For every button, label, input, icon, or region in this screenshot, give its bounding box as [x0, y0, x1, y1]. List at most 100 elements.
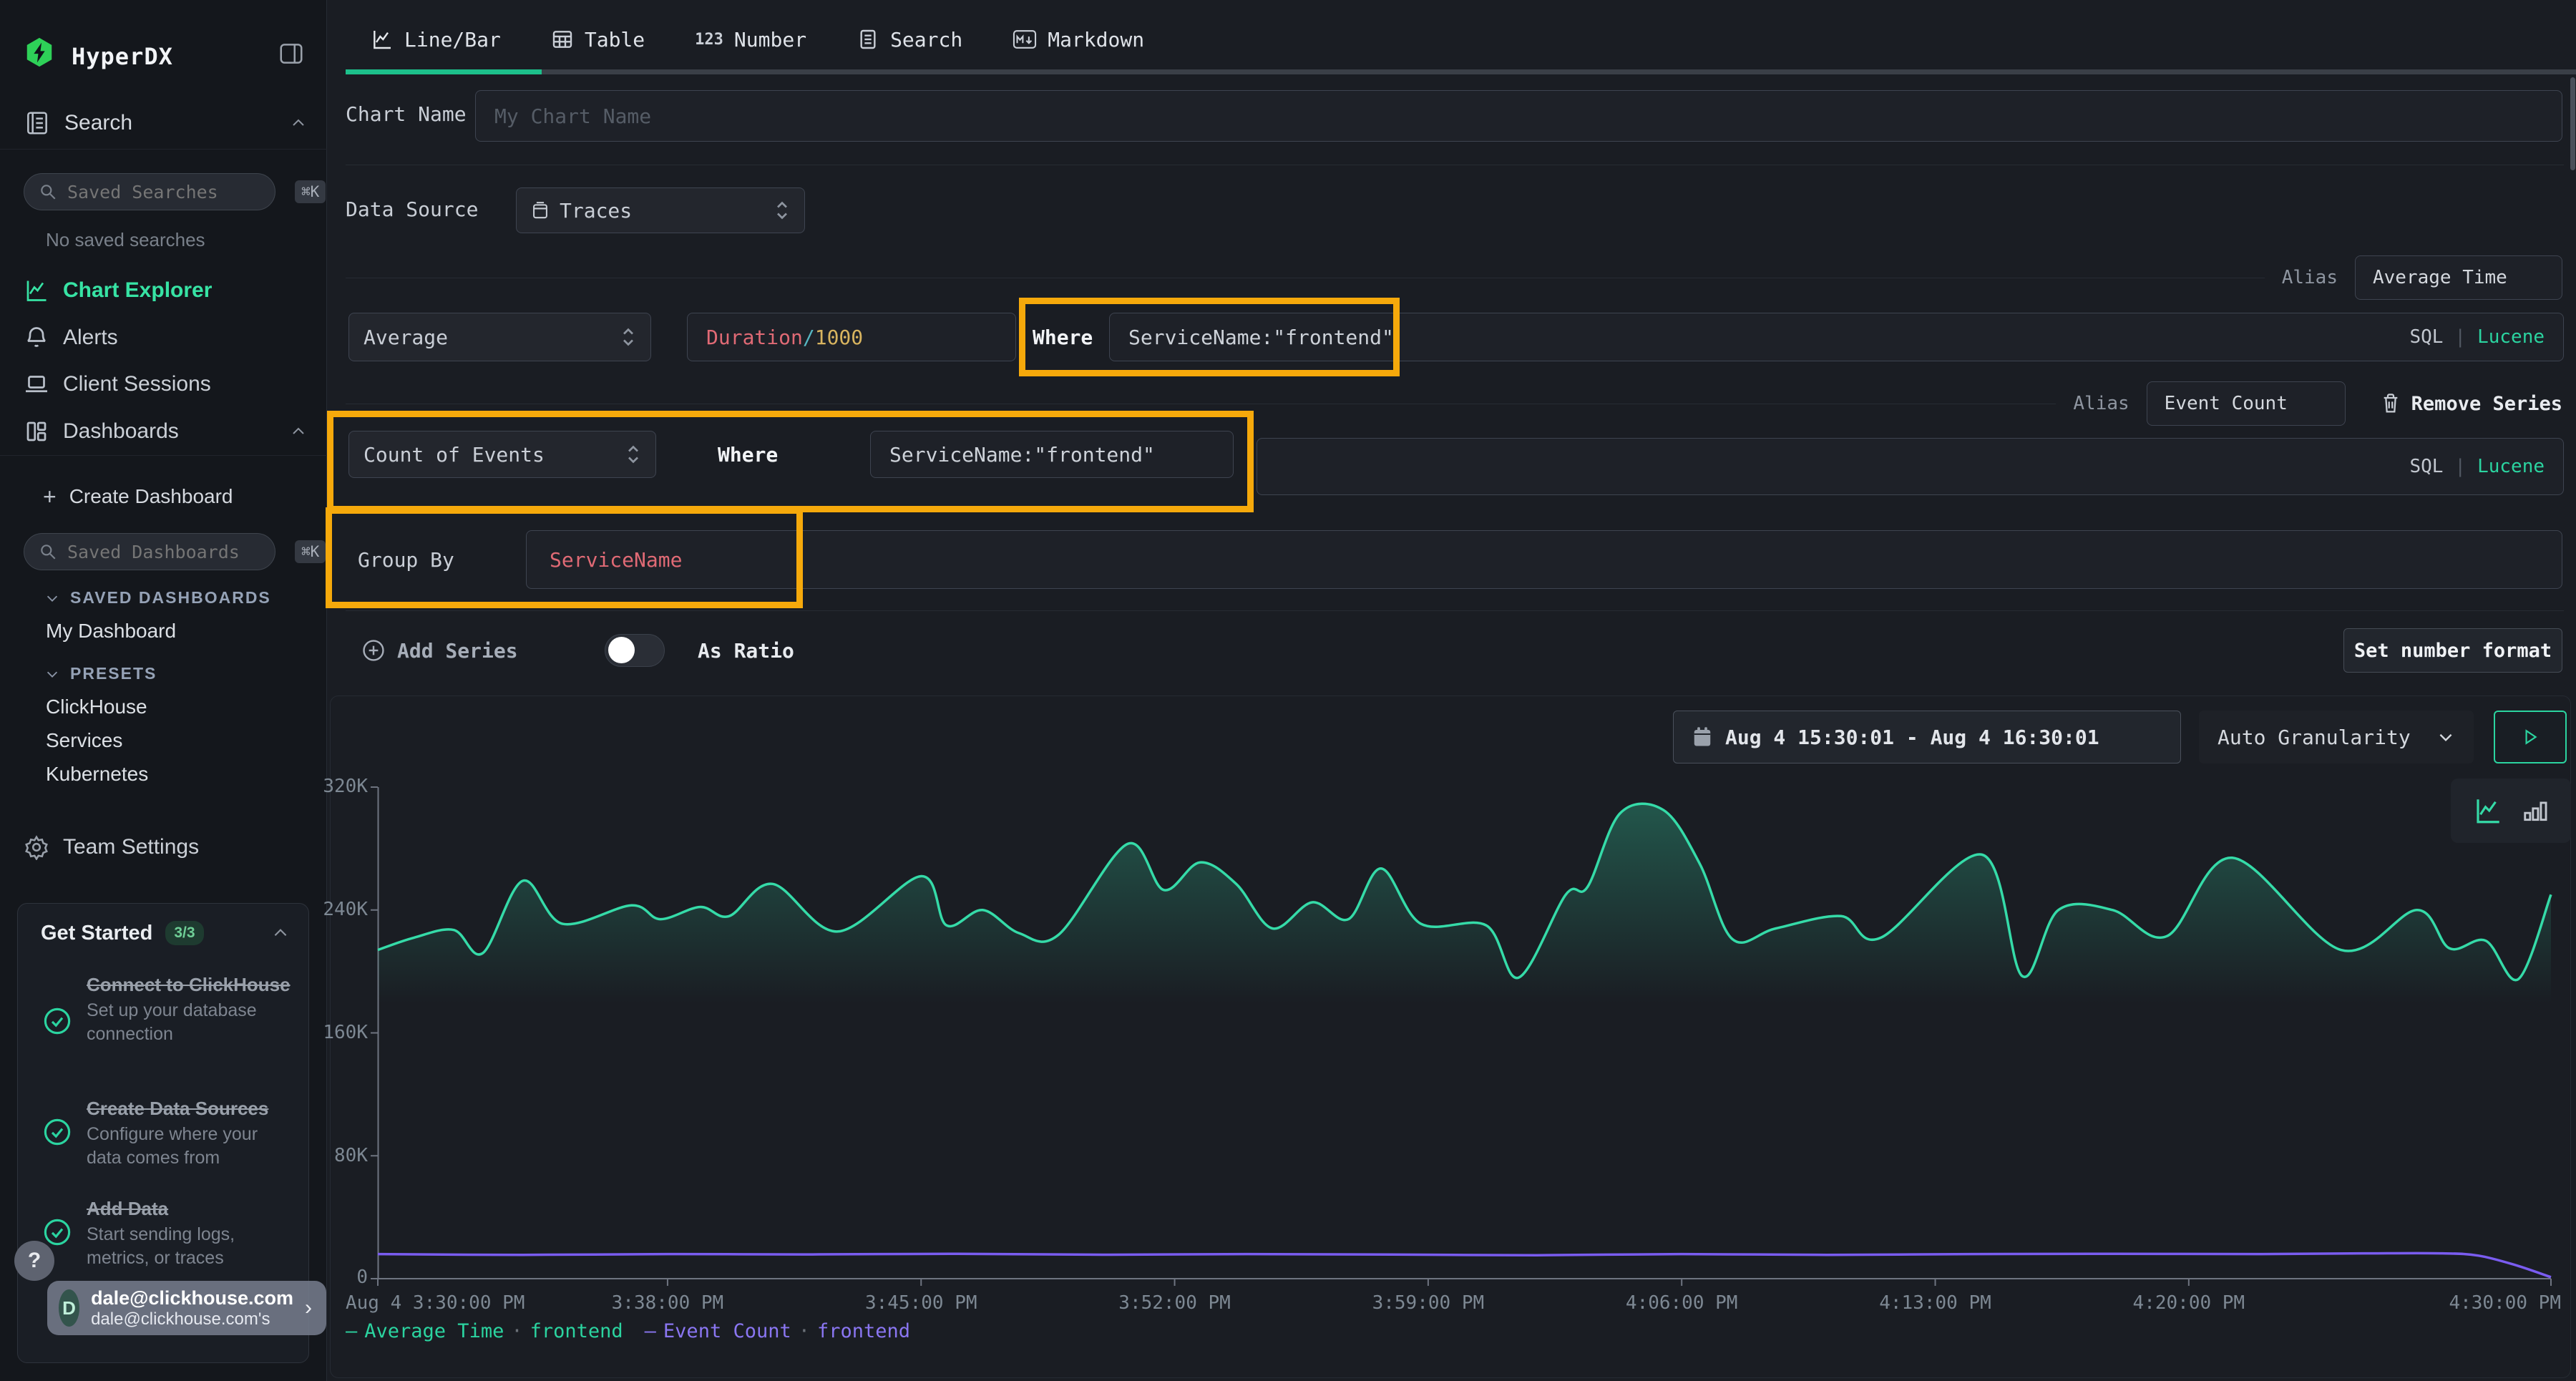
divider	[0, 455, 327, 456]
bell-icon	[24, 325, 49, 351]
section-presets[interactable]: PRESETS	[44, 664, 157, 683]
series2-alias-row: Alias Event Count Remove Series	[346, 381, 2562, 426]
set-number-format-button[interactable]: Set number format	[2343, 628, 2562, 673]
help-button[interactable]: ?	[14, 1241, 54, 1281]
data-source-select[interactable]: Traces	[516, 187, 805, 233]
chevron-up-icon[interactable]	[271, 924, 290, 942]
remove-series-button[interactable]: Remove Series	[2380, 392, 2562, 415]
as-ratio-toggle[interactable]	[605, 634, 665, 667]
chevron-up-icon	[290, 423, 307, 440]
tab-number[interactable]: 123 Number	[670, 0, 831, 79]
x-axis-tick-label: 3:52:00 PM	[1118, 1292, 1231, 1314]
shortcut-badge: ⌘K	[295, 540, 326, 563]
get-started-item-add-data[interactable]: Add Data Start sending logs, metrics, or…	[42, 1196, 293, 1270]
chevron-down-icon	[2436, 728, 2455, 746]
tab-table[interactable]: Table	[526, 0, 670, 79]
section-saved-dashboards[interactable]: SAVED DASHBOARDS	[44, 588, 271, 607]
x-axis-tick-label: 4:20:00 PM	[2133, 1292, 2245, 1314]
series1-where-input[interactable]: ServiceName:"frontend" SQL | Lucene	[1109, 313, 2564, 361]
search-section-icon	[24, 109, 51, 137]
legend-item-average-time[interactable]: — Average Time · frontend	[346, 1320, 623, 1342]
sidebar-item-my-dashboard[interactable]: My Dashboard	[46, 620, 176, 643]
divider	[346, 610, 2564, 611]
chart-explorer-icon	[24, 278, 49, 303]
series2-aggregation-select[interactable]: Count of Events	[348, 431, 656, 478]
saved-searches-placeholder[interactable]	[67, 182, 295, 202]
divider	[0, 149, 327, 150]
y-axis-tick-label: 160K	[303, 1022, 368, 1043]
tab-markdown[interactable]: Markdown	[987, 0, 1169, 79]
group-by-label: Group By	[358, 530, 454, 589]
chart-name-input[interactable]	[475, 90, 2562, 142]
saved-dashboards-placeholder[interactable]	[67, 542, 295, 562]
x-axis-tick-label: Aug 4 3:30:00 PM	[346, 1292, 525, 1314]
active-tab-underline	[346, 69, 542, 74]
series2-where-input[interactable]: ServiceName:"frontend"	[870, 431, 1234, 478]
sidebar-item-preset-kubernetes[interactable]: Kubernetes	[46, 763, 148, 786]
series2-alias-input[interactable]: Event Count	[2147, 381, 2346, 426]
view-tabbar: Line/Bar Table 123 Number Search Markdow…	[327, 0, 2576, 79]
series2-where-label: Where	[718, 431, 778, 478]
x-axis-tick-label: 3:59:00 PM	[1372, 1292, 1485, 1314]
chevron-up-icon	[290, 114, 307, 132]
alias-label: Alias	[2073, 393, 2129, 414]
search-section-label: Search	[64, 111, 132, 135]
play-icon	[2521, 728, 2540, 746]
run-query-button[interactable]	[2494, 711, 2567, 763]
series1-alias-input[interactable]: Average Time	[2355, 255, 2562, 300]
series1-lucene-toggle[interactable]: Lucene	[2477, 326, 2545, 348]
user-subtitle: dale@clickhouse.com's	[91, 1309, 293, 1329]
dashboards-icon	[24, 419, 49, 444]
sidebar-item-alerts[interactable]: Alerts	[0, 315, 327, 361]
number-123-icon: 123	[695, 31, 723, 49]
granularity-select[interactable]: Auto Granularity	[2199, 711, 2474, 763]
series2-lucene-toggle[interactable]: Lucene	[2477, 456, 2545, 477]
group-by-input[interactable]: ServiceName	[526, 530, 2562, 589]
series1-sql-toggle[interactable]: SQL	[2409, 326, 2443, 348]
alias-label: Alias	[2282, 267, 2338, 288]
sidebar-item-dashboards[interactable]: Dashboards	[0, 409, 327, 454]
sidebar-item-search[interactable]: Search	[0, 102, 327, 145]
timeseries-chart[interactable]	[378, 787, 2551, 1279]
sidebar-item-client-sessions[interactable]: Client Sessions	[0, 361, 327, 407]
updown-chevrons-icon	[774, 200, 790, 221]
sidebar-item-chart-explorer[interactable]: Chart Explorer	[0, 268, 327, 313]
series2-sql-toggle[interactable]: SQL	[2409, 456, 2443, 477]
y-axis-tick-label: 240K	[303, 899, 368, 920]
saved-dashboards-input[interactable]: ⌘K	[24, 533, 275, 570]
tab-line-bar[interactable]: Line/Bar	[346, 0, 526, 79]
series1-field-input[interactable]: Duration/1000	[687, 313, 1016, 361]
scrollbar-thumb[interactable]	[2570, 77, 2575, 170]
sidebar-collapse-icon[interactable]	[278, 40, 305, 71]
database-icon	[531, 200, 550, 220]
as-ratio-label: As Ratio	[698, 633, 794, 668]
create-dashboard-button[interactable]: + Create Dashboard	[43, 477, 233, 517]
chevron-down-icon	[44, 590, 60, 606]
x-axis-tick-label: 4:13:00 PM	[1879, 1292, 1991, 1314]
toggle-knob	[608, 637, 635, 663]
add-series-button[interactable]: Add Series	[361, 633, 518, 668]
saved-searches-input[interactable]: ⌘K	[24, 173, 275, 210]
updown-chevrons-icon	[620, 326, 636, 348]
legend-item-event-count[interactable]: — Event Count · frontend	[645, 1320, 910, 1342]
avatar: D	[59, 1289, 79, 1327]
sidebar-item-team-settings[interactable]: Team Settings	[0, 824, 327, 870]
series2-query-container[interactable]: SQL | Lucene	[1257, 438, 2564, 495]
chevron-down-icon	[44, 666, 60, 682]
get-started-item-data-sources[interactable]: Create Data Sources Configure where your…	[42, 1095, 293, 1170]
series1-aggregation-select[interactable]: Average	[348, 313, 651, 361]
search-icon	[39, 542, 57, 561]
get-started-item-connect[interactable]: Connect to ClickHouse Set up your databa…	[42, 972, 293, 1046]
time-range-picker[interactable]: Aug 4 15:30:01 - Aug 4 16:30:01	[1673, 711, 2181, 763]
sidebar: HyperDX Search ⌘K No saved searches	[0, 0, 327, 1381]
document-list-icon	[857, 28, 879, 51]
user-menu[interactable]: D dale@clickhouse.com dale@clickhouse.co…	[47, 1281, 326, 1335]
line-chart-icon	[371, 28, 394, 51]
chart-name-label: Chart Name	[346, 102, 467, 126]
x-axis-tick-label: 4:06:00 PM	[1626, 1292, 1738, 1314]
tab-search[interactable]: Search	[831, 0, 987, 79]
trash-icon	[2380, 392, 2401, 415]
sidebar-item-preset-services[interactable]: Services	[46, 729, 122, 752]
sidebar-item-preset-clickhouse[interactable]: ClickHouse	[46, 696, 147, 718]
brand-name: HyperDX	[72, 43, 173, 70]
